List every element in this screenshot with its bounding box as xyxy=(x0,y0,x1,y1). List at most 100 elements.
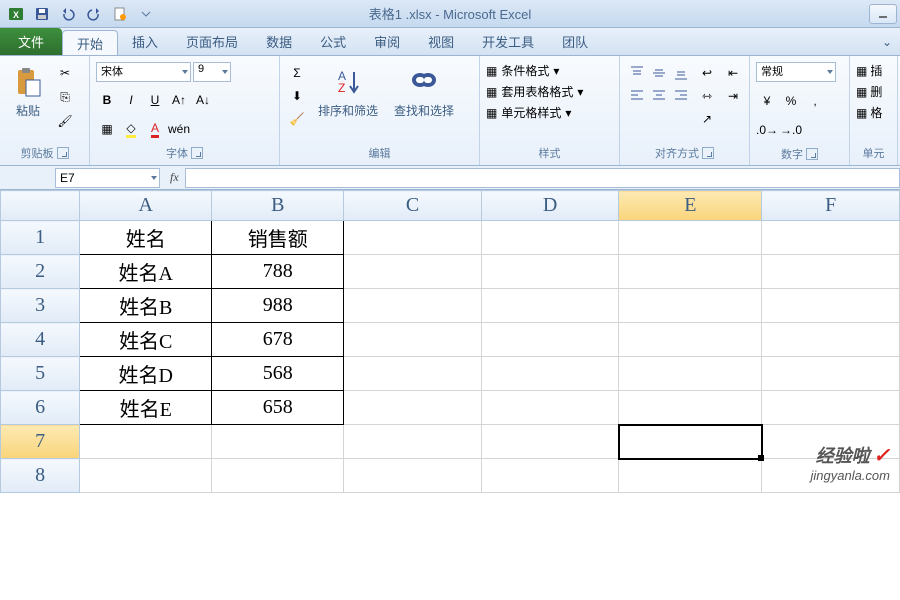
tab-view[interactable]: 视图 xyxy=(414,28,468,55)
cell-C4[interactable] xyxy=(344,323,482,357)
cell-B8[interactable] xyxy=(212,459,344,493)
cell-D7[interactable] xyxy=(481,425,619,459)
cell-F1[interactable] xyxy=(762,221,900,255)
row-header-3[interactable]: 3 xyxy=(1,289,80,323)
align-top-button[interactable] xyxy=(626,62,648,84)
cell-F4[interactable] xyxy=(762,323,900,357)
col-header-E[interactable]: E xyxy=(619,191,762,221)
cell-C5[interactable] xyxy=(344,357,482,391)
increase-indent-button[interactable]: ⇥ xyxy=(722,85,744,107)
tab-developer[interactable]: 开发工具 xyxy=(468,28,548,55)
table-format-button[interactable]: ▦套用表格格式 ▾ xyxy=(486,83,613,100)
cell-D6[interactable] xyxy=(481,391,619,425)
format-painter-icon[interactable]: 🖌 xyxy=(54,110,76,132)
align-bottom-button[interactable] xyxy=(670,62,692,84)
cell-A3[interactable]: 姓名B xyxy=(80,289,212,323)
cell-B6[interactable]: 658 xyxy=(212,391,344,425)
cell-A2[interactable]: 姓名A xyxy=(80,255,212,289)
cell-A5[interactable]: 姓名D xyxy=(80,357,212,391)
name-box[interactable]: E7 xyxy=(55,168,160,188)
align-center-button[interactable] xyxy=(648,84,670,106)
row-header-6[interactable]: 6 xyxy=(1,391,80,425)
save-icon[interactable] xyxy=(30,3,54,25)
phonetic-button[interactable]: wén xyxy=(168,118,190,140)
cell-E5[interactable] xyxy=(619,357,762,391)
qat-customize-icon[interactable] xyxy=(134,3,158,25)
cell-E6[interactable] xyxy=(619,391,762,425)
tab-team[interactable]: 团队 xyxy=(548,28,602,55)
currency-button[interactable]: ¥ xyxy=(756,90,778,112)
comma-button[interactable]: , xyxy=(804,90,826,112)
cell-A4[interactable]: 姓名C xyxy=(80,323,212,357)
decrease-indent-button[interactable]: ⇤ xyxy=(722,62,744,84)
formula-input[interactable] xyxy=(185,168,900,188)
cell-C3[interactable] xyxy=(344,289,482,323)
row-header-7[interactable]: 7 xyxy=(1,425,80,459)
align-right-button[interactable] xyxy=(670,84,692,106)
find-select-button[interactable]: 查找和选择 xyxy=(388,62,460,123)
cell-B3[interactable]: 988 xyxy=(212,289,344,323)
undo-icon[interactable] xyxy=(56,3,80,25)
cell-E3[interactable] xyxy=(619,289,762,323)
copy-icon[interactable]: ⎘ xyxy=(54,86,76,108)
number-format-select[interactable]: 常规 xyxy=(756,62,836,82)
tab-review[interactable]: 审阅 xyxy=(360,28,414,55)
font-name-select[interactable]: 宋体 xyxy=(96,62,191,82)
redo-icon[interactable] xyxy=(82,3,106,25)
cell-A6[interactable]: 姓名E xyxy=(80,391,212,425)
cell-E1[interactable] xyxy=(619,221,762,255)
delete-cells-button[interactable]: ▦ 删 xyxy=(856,83,891,100)
cell-C6[interactable] xyxy=(344,391,482,425)
cell-styles-button[interactable]: ▦单元格样式 ▾ xyxy=(486,104,613,121)
cell-D8[interactable] xyxy=(481,459,619,493)
underline-button[interactable]: U xyxy=(144,89,166,111)
italic-button[interactable]: I xyxy=(120,89,142,111)
col-header-F[interactable]: F xyxy=(762,191,900,221)
tab-insert[interactable]: 插入 xyxy=(118,28,172,55)
cell-A7[interactable] xyxy=(80,425,212,459)
bold-button[interactable]: B xyxy=(96,89,118,111)
cell-E4[interactable] xyxy=(619,323,762,357)
shrink-font-button[interactable]: A↓ xyxy=(192,89,214,111)
cell-C8[interactable] xyxy=(344,459,482,493)
align-middle-button[interactable] xyxy=(648,62,670,84)
cut-icon[interactable]: ✂ xyxy=(54,62,76,84)
cell-D2[interactable] xyxy=(481,255,619,289)
conditional-format-button[interactable]: ▦条件格式 ▾ xyxy=(486,62,613,79)
cell-B7[interactable] xyxy=(212,425,344,459)
cell-F5[interactable] xyxy=(762,357,900,391)
cell-F6[interactable] xyxy=(762,391,900,425)
cell-A1[interactable]: 姓名 xyxy=(80,221,212,255)
cell-E7[interactable] xyxy=(619,425,762,459)
cell-B5[interactable]: 568 xyxy=(212,357,344,391)
wrap-text-button[interactable]: ↩ xyxy=(696,62,718,84)
row-header-5[interactable]: 5 xyxy=(1,357,80,391)
row-header-4[interactable]: 4 xyxy=(1,323,80,357)
clear-icon[interactable]: 🧹 xyxy=(286,108,308,130)
orientation-button[interactable]: ↗ xyxy=(696,108,718,130)
align-launcher-icon[interactable] xyxy=(702,147,714,159)
cell-D5[interactable] xyxy=(481,357,619,391)
col-header-A[interactable]: A xyxy=(80,191,212,221)
cell-F2[interactable] xyxy=(762,255,900,289)
cell-A8[interactable] xyxy=(80,459,212,493)
cell-C2[interactable] xyxy=(344,255,482,289)
insert-cells-button[interactable]: ▦ 插 xyxy=(856,62,891,79)
col-header-C[interactable]: C xyxy=(344,191,482,221)
percent-button[interactable]: % xyxy=(780,90,802,112)
select-all-corner[interactable] xyxy=(1,191,80,221)
cell-D4[interactable] xyxy=(481,323,619,357)
tab-page-layout[interactable]: 页面布局 xyxy=(172,28,252,55)
cell-F3[interactable] xyxy=(762,289,900,323)
decrease-decimal-button[interactable]: →.0 xyxy=(780,119,802,141)
col-header-D[interactable]: D xyxy=(481,191,619,221)
autosum-icon[interactable]: Σ xyxy=(286,62,308,84)
align-left-button[interactable] xyxy=(626,84,648,106)
cell-B4[interactable]: 678 xyxy=(212,323,344,357)
cell-C1[interactable] xyxy=(344,221,482,255)
format-cells-button[interactable]: ▦ 格 xyxy=(856,104,891,121)
sort-filter-button[interactable]: AZ 排序和筛选 xyxy=(312,62,384,123)
fill-color-button[interactable]: ◇ xyxy=(120,118,142,140)
font-color-button[interactable]: A xyxy=(144,118,166,140)
cell-C7[interactable] xyxy=(344,425,482,459)
